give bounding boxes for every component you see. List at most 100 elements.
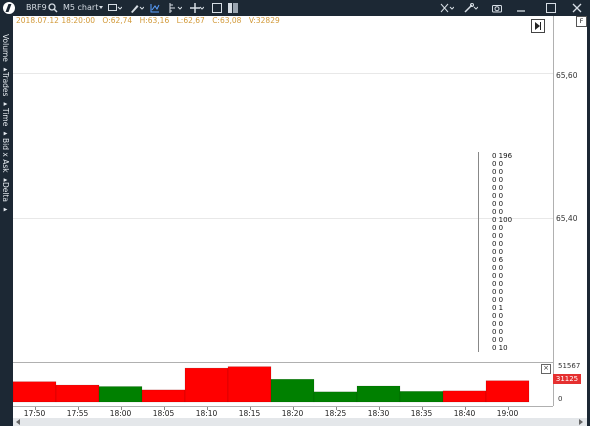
time-label: 18:05 [152,409,175,418]
time-label: 18:20 [281,409,304,418]
volume-bar [399,391,444,403]
chart-type-icon[interactable] [108,3,123,13]
price-label: 65,40 [556,214,578,223]
crosshair-icon[interactable] [190,3,205,13]
side-panel-trades[interactable]: Trades ▸ [1,72,10,108]
side-panel-label: Bid x Ask [1,138,10,173]
side-panel-bid-ask[interactable]: Bid x Ask ▸ [1,138,10,184]
cluster-bar [478,328,479,336]
gridline [13,218,553,219]
cluster-value: 0 196 [492,152,513,160]
cluster-bar [478,272,479,280]
volume-bar [12,381,57,403]
cluster-value: 0 0 [492,264,504,272]
ohlc-info: 2018.07.12 18:20:00 O:62,74 H:63,16 L:62… [16,16,285,25]
cluster-bar [478,280,479,288]
chart-toolbar: BRF9 M5 chart [0,0,590,16]
low-value: L:62,67 [176,16,205,25]
cluster-bar [478,312,479,320]
cluster-value: 0 0 [492,200,504,208]
timeframe-label: M5 chart [63,3,99,12]
scroll-to-end-button[interactable] [531,19,545,33]
cluster-bar [478,336,479,344]
time-label: 18:15 [238,409,261,418]
cluster-bar [478,296,479,304]
side-panel-delta[interactable]: Delta ▸ [1,182,10,213]
volume-bar [442,390,487,403]
open-value: O:62,74 [102,16,133,25]
side-panel-label: Time [1,108,10,127]
bar-datetime: 2018.07.12 18:20:00 [16,16,96,25]
cluster-value: 0 1 [492,304,504,312]
f-button[interactable]: F [576,16,587,27]
cluster-value: 0 0 [492,208,504,216]
gridline [13,73,553,74]
cluster-value: 0 0 [492,272,504,280]
time-label: 18:00 [109,409,132,418]
tools-icon[interactable] [440,3,455,13]
time-label: 17:55 [66,409,89,418]
symbol-selector[interactable]: BRF9 [26,3,47,13]
cluster-value: 0 0 [492,296,504,304]
time-label: 18:40 [453,409,476,418]
cluster-bar [478,344,479,352]
cluster-value: 0 0 [492,328,504,336]
cluster-value: 0 0 [492,224,504,232]
close-icon[interactable] [572,3,582,13]
layout-icon[interactable] [228,3,238,13]
search-icon[interactable] [48,3,58,13]
cluster-value: 0 0 [492,280,504,288]
cluster-bar [478,224,479,232]
side-panel-label: Trades [1,72,10,97]
cluster-value: 0 0 [492,312,504,320]
maximize-icon[interactable] [546,3,556,13]
close-volume-panel-button[interactable]: × [541,364,551,374]
time-label: 19:00 [496,409,519,418]
volume-zero-label: 0 [558,395,563,403]
cluster-bar [478,208,479,216]
price-plot[interactable] [13,16,553,363]
cluster-value: 0 0 [492,336,504,344]
window-icon[interactable] [212,3,222,13]
scroll-right-icon[interactable] [579,419,583,425]
pencil-icon[interactable] [130,3,145,13]
bar-style-icon[interactable] [168,3,183,13]
camera-icon[interactable] [492,3,502,13]
scroll-left-icon[interactable] [16,419,20,425]
cluster-bar [478,288,479,296]
cluster-bar [478,304,479,312]
cluster-bar [478,184,479,192]
volume-bar [98,386,143,403]
app-logo-icon[interactable] [3,2,15,14]
link-icon[interactable] [464,3,479,13]
side-panel-volume[interactable]: Volume ▸ [1,34,10,73]
cluster-bar [478,152,479,160]
cluster-bar [478,320,479,328]
cluster-value: 0 0 [492,160,504,168]
volume-chart [12,366,530,403]
cluster-value: 0 0 [492,176,504,184]
side-panel: Volume ▸ Trades ▸ Time ▸ Bid x Ask ▸ Del… [0,16,13,419]
cluster-bar [478,160,479,168]
price-label: 65,60 [556,71,578,80]
side-panel-time[interactable]: Time ▸ [1,108,10,138]
close-value: C:63,08 [212,16,242,25]
cluster-value: 0 0 [492,248,504,256]
cluster-value: 0 0 [492,232,504,240]
minimize-icon[interactable] [516,3,526,13]
cluster-value: 0 0 [492,168,504,176]
timeframe-selector[interactable]: M5 chart [63,3,104,13]
volume-bar [270,378,315,403]
volume-bar [485,380,530,403]
cluster-bar [478,216,479,224]
volume-bar [313,391,358,403]
side-panel-label: Volume [1,34,10,62]
cluster-value: 0 0 [492,184,504,192]
volume-value: V:32829 [248,16,280,25]
indicator-icon[interactable] [150,3,160,13]
cluster-value: 0 0 [492,192,504,200]
horizontal-scrollbar[interactable] [13,418,587,426]
cluster-value: 0 0 [492,240,504,248]
chart-area[interactable]: 65,60 65,40 2018.07.12 18:20:00 O:62,74 … [12,16,587,419]
volume-panel [12,362,553,406]
